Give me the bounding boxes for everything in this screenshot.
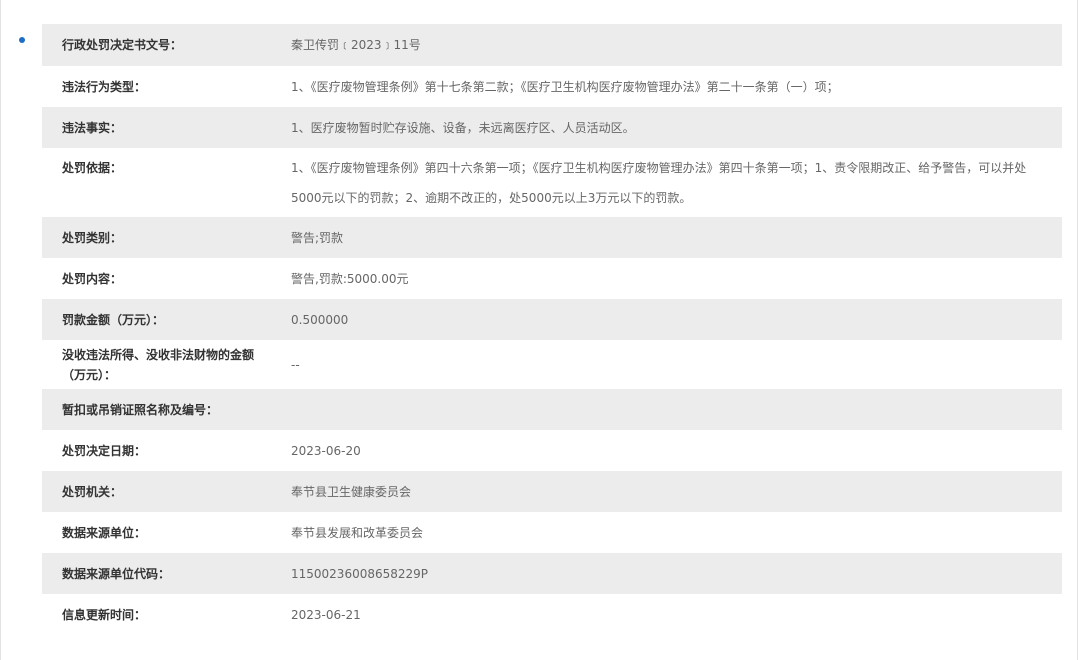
row-data-source: 数据来源单位： 奉节县发展和改革委员会: [42, 512, 1062, 553]
content-frame: 行政处罚决定书文号： 秦卫传罚﹝2023﹞11号 违法行为类型： 1、《医疗废物…: [0, 0, 1078, 660]
field-value: 警告;罚款: [291, 230, 344, 245]
row-penalty-content: 处罚内容： 警告,罚款:5000.00元: [42, 258, 1062, 299]
field-label: 没收违法所得、没收非法财物的金额（万元）：: [62, 347, 255, 382]
field-label: 数据来源单位：: [62, 525, 147, 540]
row-decision-number: 行政处罚决定书文号： 秦卫传罚﹝2023﹞11号: [42, 24, 1062, 66]
field-value: 1、医疗废物暂时贮存设施、设备，未远离医疗区、人员活动区。: [291, 120, 635, 135]
field-value: 2023-06-21: [291, 607, 361, 622]
field-value: 警告,罚款:5000.00元: [291, 271, 409, 286]
field-label: 处罚内容：: [62, 271, 123, 286]
field-value: 0.500000: [291, 312, 349, 327]
field-value: 奉节县卫生健康委员会: [291, 484, 412, 499]
field-label: 违法行为类型：: [62, 79, 147, 94]
row-violation-type: 违法行为类型： 1、《医疗废物管理条例》第十七条第二款；《医疗卫生机构医疗废物管…: [42, 66, 1062, 107]
field-value: 奉节县发展和改革委员会: [291, 525, 424, 540]
row-license-suspension: 暂扣或吊销证照名称及编号：: [42, 389, 1062, 430]
row-decision-date: 处罚决定日期： 2023-06-20: [42, 430, 1062, 471]
field-label: 违法事实：: [62, 120, 123, 135]
field-label: 数据来源单位代码：: [62, 566, 171, 581]
row-confiscation-amount: 没收违法所得、没收非法财物的金额（万元）： --: [42, 340, 1062, 389]
field-label: 罚款金额（万元）：: [62, 312, 165, 327]
row-violation-facts: 违法事实： 1、医疗废物暂时贮存设施、设备，未远离医疗区、人员活动区。: [42, 107, 1062, 148]
field-value: 11500236008658229P: [291, 566, 429, 581]
field-label: 行政处罚决定书文号：: [62, 38, 183, 52]
row-penalty-authority: 处罚机关： 奉节县卫生健康委员会: [42, 471, 1062, 512]
row-data-source-code: 数据来源单位代码： 11500236008658229P: [42, 553, 1062, 594]
row-penalty-category: 处罚类别： 警告;罚款: [42, 217, 1062, 258]
field-value: 秦卫传罚﹝2023﹞11号: [291, 38, 421, 52]
list-bullet-icon: [19, 37, 25, 43]
field-value: 2023-06-20: [291, 443, 361, 458]
field-label: 信息更新时间：: [62, 607, 147, 622]
field-label: 暂扣或吊销证照名称及编号：: [62, 402, 219, 417]
row-fine-amount: 罚款金额（万元）： 0.500000: [42, 299, 1062, 340]
penalty-details-table: 行政处罚决定书文号： 秦卫传罚﹝2023﹞11号 违法行为类型： 1、《医疗废物…: [42, 24, 1062, 635]
field-value: 1、《医疗废物管理条例》第十七条第二款；《医疗卫生机构医疗废物管理办法》第二十一…: [291, 79, 839, 94]
field-label: 处罚机关：: [62, 484, 123, 499]
field-label: 处罚类别：: [62, 230, 123, 245]
row-update-time: 信息更新时间： 2023-06-21: [42, 594, 1062, 635]
field-value: 1、《医疗废物管理条例》第四十六条第一项；《医疗卫生机构医疗废物管理办法》第四十…: [291, 160, 1027, 205]
row-penalty-basis: 处罚依据： 1、《医疗废物管理条例》第四十六条第一项；《医疗卫生机构医疗废物管理…: [42, 148, 1062, 217]
field-label: 处罚决定日期：: [62, 443, 147, 458]
field-value: --: [291, 357, 300, 372]
field-label: 处罚依据：: [62, 161, 123, 175]
